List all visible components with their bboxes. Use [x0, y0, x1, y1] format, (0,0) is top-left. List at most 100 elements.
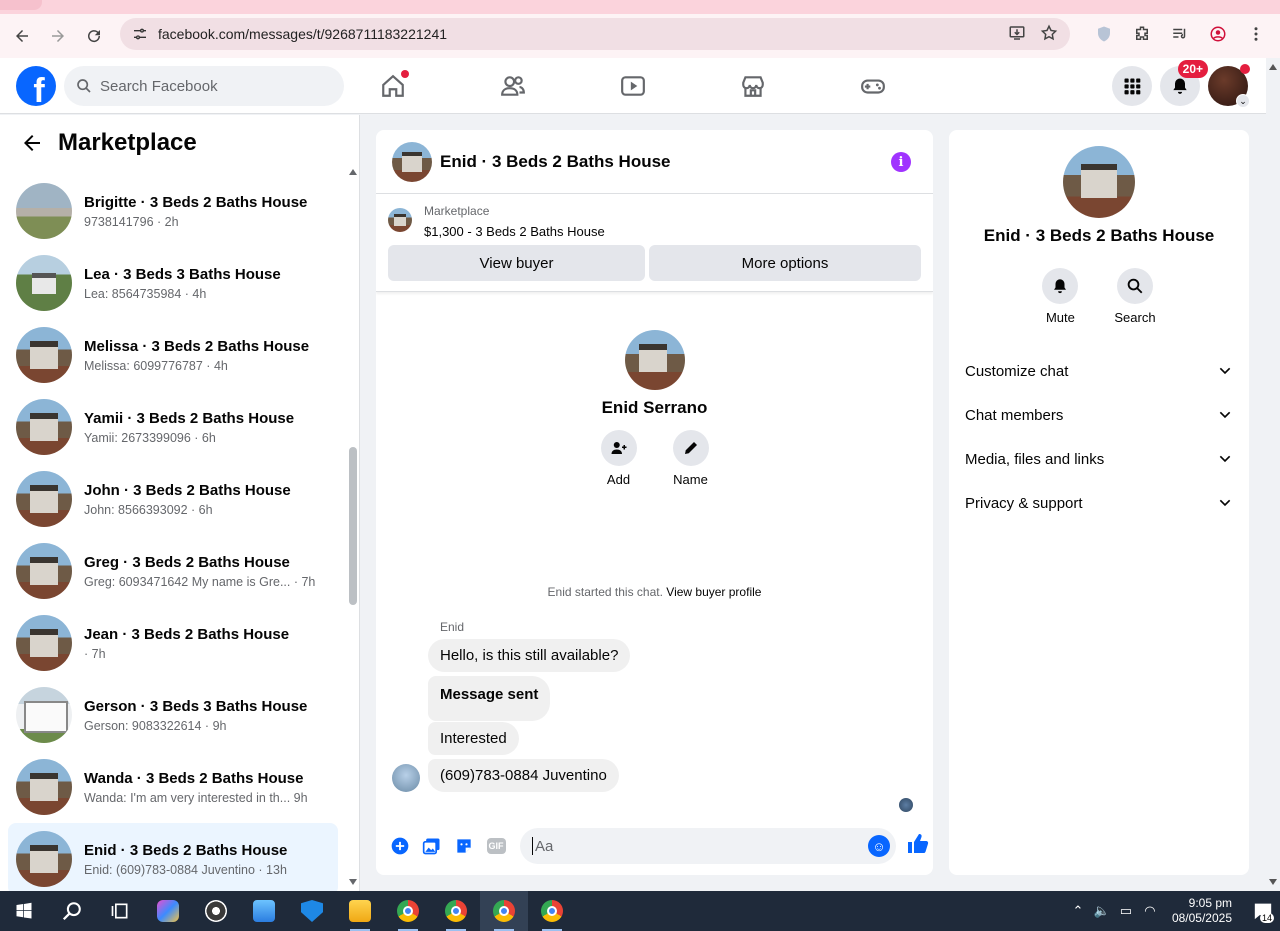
site-info-icon[interactable]	[130, 24, 150, 44]
facebook-search-input[interactable]: Search Facebook	[64, 66, 344, 106]
message-bubble[interactable]: Message sent	[428, 676, 551, 721]
page-scrollbar[interactable]	[1266, 58, 1280, 891]
nav-video[interactable]	[573, 58, 693, 114]
message-bubble[interactable]: Interested	[428, 722, 519, 755]
marketplace-sidebar: Marketplace Brigitte · 3 Beds 2 Baths Ho…	[0, 115, 360, 891]
scroll-up-arrow-icon[interactable]	[349, 169, 357, 175]
chevron-up-icon[interactable]: ⌃	[1066, 903, 1090, 919]
emoji-icon[interactable]: ☺	[868, 835, 890, 857]
chat-title[interactable]: Enid · 3 Beds 2 Baths House	[440, 152, 671, 172]
facebook-logo[interactable]: f	[16, 66, 56, 106]
conversation-item[interactable]: Brigitte · 3 Beds 2 Baths House 973814179…	[8, 175, 338, 247]
details-menu-item[interactable]: Privacy & support	[949, 481, 1249, 525]
name-label: Name	[673, 472, 708, 487]
conversation-item[interactable]: Yamii · 3 Beds 2 Baths House Yamii: 26733…	[8, 391, 338, 463]
conversation-item[interactable]: Wanda · 3 Beds 2 Baths House Wanda: I'm a…	[8, 751, 338, 823]
forward-icon[interactable]	[40, 18, 76, 54]
details-menu-item[interactable]: Media, files and links	[949, 437, 1249, 481]
chat-listing-thumbnail[interactable]	[392, 141, 432, 182]
details-listing-thumbnail[interactable]	[1063, 146, 1135, 218]
battery-icon[interactable]: ▭	[1114, 903, 1138, 919]
sticker-icon[interactable]	[448, 830, 480, 862]
mute-button[interactable]: Mute	[1042, 268, 1079, 325]
conversation-item[interactable]: Enid · 3 Beds 2 Baths House Enid: (609)78…	[8, 823, 338, 891]
more-options-button[interactable]: More options	[649, 245, 921, 281]
conversation-item[interactable]: John · 3 Beds 2 Baths House John: 8566393…	[8, 463, 338, 535]
view-buyer-profile-link[interactable]: View buyer profile	[666, 585, 761, 599]
message-bubble[interactable]: (609)783-0884 Juventino	[428, 759, 619, 792]
message-bubble[interactable]: Hello, is this still available?	[428, 639, 631, 672]
conversation-thumbnail	[16, 255, 72, 311]
profile-icon[interactable]	[1202, 18, 1234, 50]
back-arrow-icon[interactable]	[20, 131, 44, 155]
address-bar[interactable]: facebook.com/messages/t/9268711183221241	[120, 18, 1070, 50]
notifications-button[interactable]: 20+	[1160, 60, 1208, 106]
nickname-button[interactable]: Name	[672, 430, 709, 487]
back-icon[interactable]	[4, 18, 40, 54]
gif-icon[interactable]: GIF	[480, 830, 512, 862]
media-controls-icon[interactable]	[1164, 18, 1196, 50]
account-avatar[interactable]: ⌄	[1208, 64, 1250, 108]
details-menu-item[interactable]: Chat members	[949, 393, 1249, 437]
photos-app[interactable]	[240, 891, 288, 931]
speaker-icon[interactable]: 🔈	[1090, 903, 1114, 919]
menu-grid-button[interactable]	[1112, 66, 1152, 106]
photo-icon[interactable]	[416, 830, 448, 862]
start-button[interactable]	[0, 891, 48, 931]
shield-extension-icon[interactable]	[1088, 18, 1120, 50]
chrome-app-4[interactable]	[528, 891, 576, 931]
scroll-down-arrow-icon[interactable]	[349, 879, 357, 885]
copilot-app[interactable]	[144, 891, 192, 931]
search-icon	[1127, 278, 1143, 294]
nav-gaming[interactable]	[813, 58, 933, 114]
chrome-app-1[interactable]	[384, 891, 432, 931]
clock[interactable]: 9:05 pm 08/05/2025	[1172, 896, 1232, 926]
notification-center-button[interactable]: 14	[1246, 891, 1280, 931]
listing-price-title[interactable]: $1,300 - 3 Beds 2 Baths House	[424, 224, 605, 239]
add-friend-button[interactable]: Add	[600, 430, 637, 487]
view-buyer-button[interactable]: View buyer	[388, 245, 645, 281]
conversation-item[interactable]: Melissa · 3 Beds 2 Baths House Melissa: 6…	[8, 319, 338, 391]
install-app-icon[interactable]	[1008, 24, 1026, 47]
conversation-item[interactable]: Gerson · 3 Beds 3 Baths House Gerson: 908…	[8, 679, 338, 751]
conversation-thumbnail	[16, 327, 72, 383]
sender-avatar[interactable]	[392, 764, 420, 792]
chevron-down-icon	[1219, 411, 1231, 419]
search-chat-button[interactable]: Search	[1114, 268, 1156, 325]
buyer-name[interactable]: Enid Serrano	[376, 398, 933, 418]
info-icon[interactable]: i	[891, 152, 911, 172]
conversation-text: Wanda · 3 Beds 2 Baths House Wanda: I'm a…	[84, 770, 308, 805]
reload-icon[interactable]	[76, 18, 112, 54]
conversation-item[interactable]: Jean · 3 Beds 2 Baths House · 7h	[8, 607, 338, 679]
taskbar-search[interactable]	[48, 891, 96, 931]
message-input[interactable]: Aa ☺	[520, 828, 896, 864]
extensions-puzzle-icon[interactable]	[1126, 18, 1158, 50]
defender-app[interactable]	[288, 891, 336, 931]
file-explorer-app[interactable]	[336, 891, 384, 931]
plus-circle-icon[interactable]	[384, 830, 416, 862]
browser-menu-icon[interactable]	[1240, 18, 1272, 50]
nav-marketplace[interactable]	[693, 58, 813, 114]
scroll-up-arrow-icon[interactable]	[1269, 64, 1277, 70]
buyer-avatar[interactable]	[624, 330, 685, 390]
listing-thumbnail[interactable]	[388, 208, 412, 232]
conversation-text: Lea · 3 Beds 3 Baths House Lea: 856473598…	[84, 266, 281, 301]
nav-home[interactable]	[333, 58, 453, 114]
task-view-button[interactable]	[96, 891, 144, 931]
nav-friends[interactable]	[453, 58, 573, 114]
scrollbar-thumb[interactable]	[349, 447, 357, 605]
chrome-app-3[interactable]	[480, 891, 528, 931]
conversation-item[interactable]: Lea · 3 Beds 3 Baths House Lea: 856473598…	[8, 247, 338, 319]
add-person-icon	[611, 442, 626, 454]
conversation-item[interactable]: Greg · 3 Beds 2 Baths House Greg: 6093471…	[8, 535, 338, 607]
browser-tab[interactable]	[0, 0, 42, 10]
details-menu-item[interactable]: Customize chat	[949, 349, 1249, 393]
thumbs-up-icon[interactable]	[906, 832, 930, 861]
scroll-down-arrow-icon[interactable]	[1269, 879, 1277, 885]
bookmark-star-icon[interactable]	[1040, 24, 1058, 47]
sidebar-scrollbar[interactable]	[345, 165, 357, 891]
wifi-icon[interactable]: ◠	[1138, 903, 1162, 919]
url-text[interactable]: facebook.com/messages/t/9268711183221241	[158, 26, 447, 42]
obs-app[interactable]	[192, 891, 240, 931]
chrome-app-2[interactable]	[432, 891, 480, 931]
